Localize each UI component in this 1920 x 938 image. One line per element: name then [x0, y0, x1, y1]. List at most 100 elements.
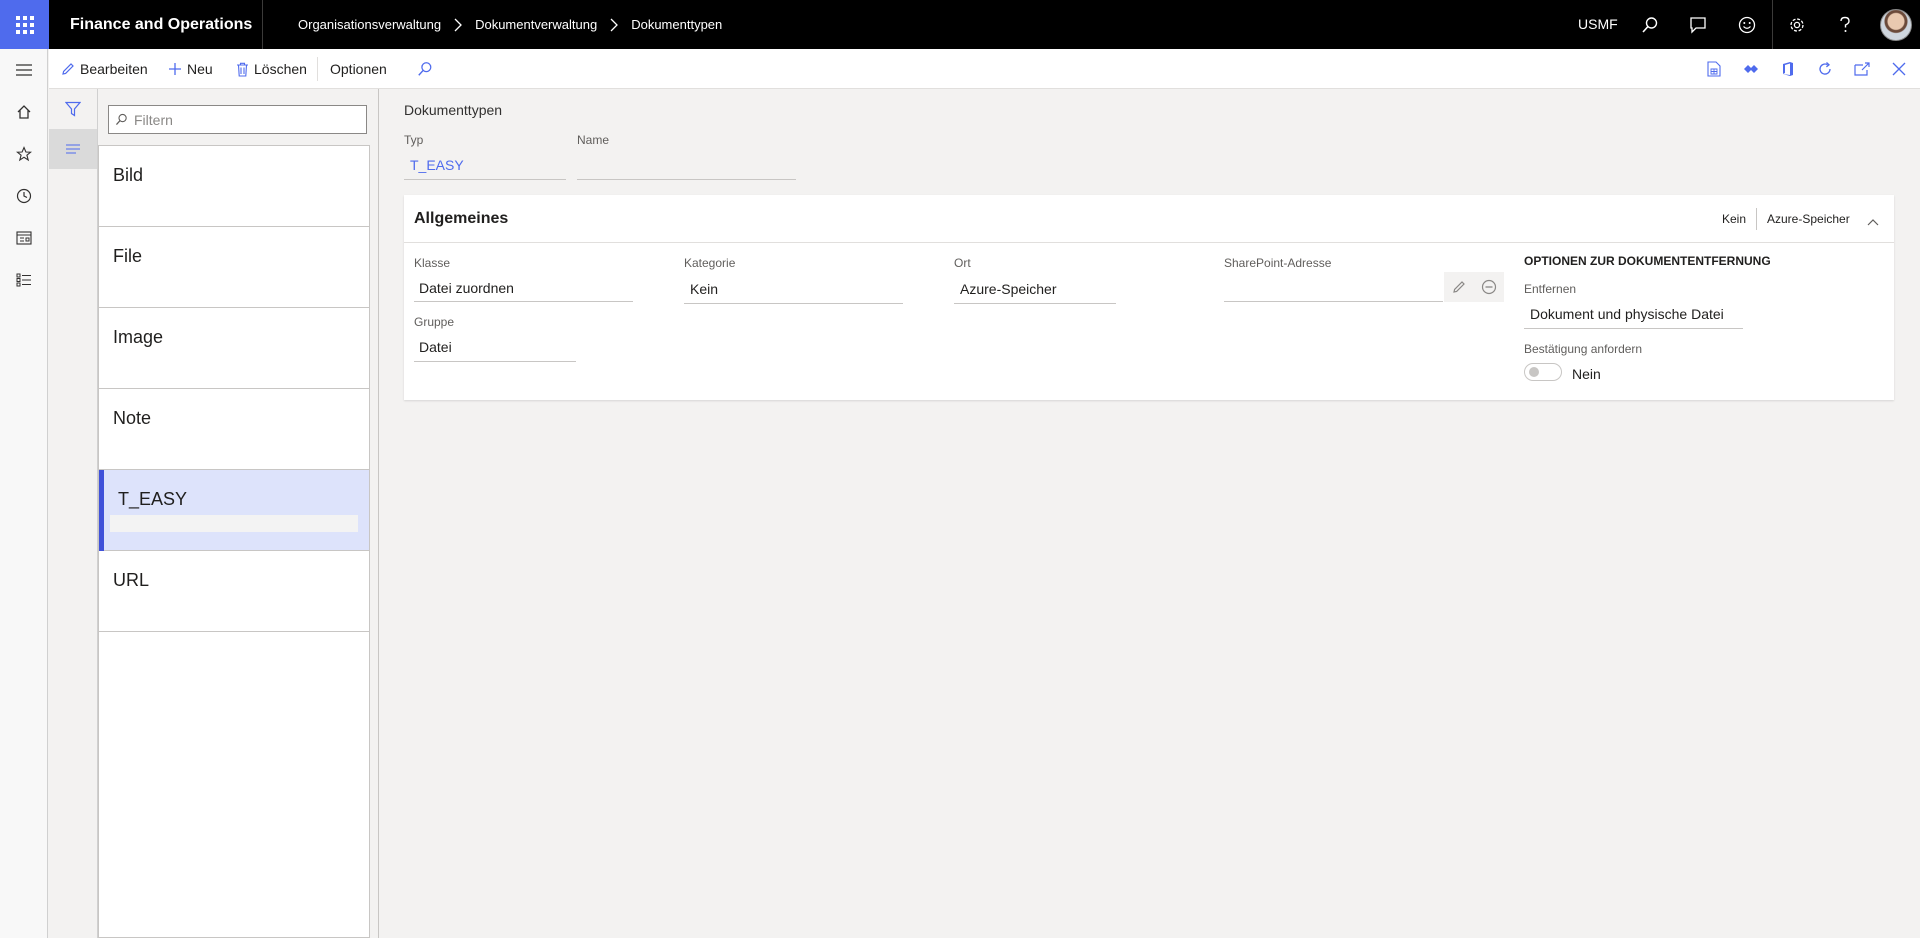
breadcrumb: Organisationsverwaltung Dokumentverwaltu… — [298, 0, 722, 49]
filter-pane-button[interactable] — [49, 89, 97, 129]
list-filter-strip — [49, 89, 98, 938]
remove-field-underline — [1524, 328, 1743, 329]
removal-options-caption: OPTIONEN ZUR DOKUMENTENTFERNUNG — [1524, 254, 1771, 268]
star-icon — [16, 146, 32, 162]
search-button[interactable] — [1626, 0, 1674, 49]
summary-category: Kein — [1722, 212, 1747, 226]
general-fasttab-header[interactable]: Allgemeines Kein Azure-Speicher — [404, 195, 1894, 243]
navigation-rail — [0, 49, 48, 938]
list-item-secondary-field[interactable] — [110, 515, 358, 532]
name-field-underline — [577, 179, 796, 180]
location-field-underline — [954, 303, 1116, 304]
company-picker[interactable]: USMF — [1578, 0, 1618, 49]
search-icon — [418, 62, 432, 76]
type-label: Typ — [404, 133, 424, 147]
type-field-underline — [404, 179, 566, 180]
office-button[interactable] — [1770, 49, 1806, 89]
action-pane: Bearbeiten Neu Löschen Optionen — [49, 49, 1920, 89]
confirm-label: Bestätigung anfordern — [1524, 342, 1643, 356]
category-label: Kategorie — [684, 256, 736, 270]
diamond-link-icon — [1744, 65, 1758, 73]
breadcrumb-item-document-management[interactable]: Dokumentverwaltung — [475, 17, 597, 32]
breadcrumb-item-document-types[interactable]: Dokumenttypen — [631, 17, 722, 32]
office-icon — [1783, 62, 1793, 76]
type-field[interactable]: T_EASY — [410, 157, 464, 173]
messages-button[interactable] — [1674, 0, 1722, 49]
search-icon — [115, 113, 127, 125]
group-field-underline — [414, 361, 576, 362]
class-field-underline — [414, 301, 633, 302]
favorites-button[interactable] — [0, 133, 48, 175]
name-label: Name — [577, 133, 610, 147]
clock-icon — [16, 188, 32, 204]
list-view-button[interactable] — [49, 129, 97, 169]
category-field[interactable]: Kein — [690, 281, 718, 297]
workspaces-button[interactable] — [0, 217, 48, 259]
app-launcher-button[interactable] — [0, 0, 49, 49]
list-item[interactable]: URL — [99, 551, 369, 632]
edit-button-label: Bearbeiten — [80, 61, 148, 77]
search-icon — [1642, 16, 1658, 33]
list-item-label: URL — [113, 570, 150, 590]
home-button[interactable] — [0, 91, 48, 133]
delete-button[interactable]: Löschen — [236, 49, 307, 89]
delete-button-label: Löschen — [254, 61, 307, 77]
filter-box — [108, 105, 367, 134]
class-field[interactable]: Datei zuordnen — [419, 280, 514, 296]
list-item[interactable]: File — [99, 227, 369, 308]
smiley-icon — [1738, 16, 1756, 33]
action-search-button[interactable] — [417, 49, 438, 89]
location-field[interactable]: Azure-Speicher — [960, 281, 1057, 297]
list-item-label: Note — [113, 408, 152, 428]
general-fasttab-title: Allgemeines — [414, 210, 509, 227]
group-field[interactable]: Datei — [419, 339, 452, 355]
list-item-label: T_EASY — [118, 489, 188, 509]
home-icon — [17, 105, 31, 119]
feedback-button[interactable] — [1723, 0, 1771, 49]
chevron-up-icon[interactable] — [1867, 213, 1879, 231]
recent-button[interactable] — [0, 175, 48, 217]
chat-icon — [1690, 16, 1706, 34]
breadcrumb-item-organisation[interactable]: Organisationsverwaltung — [298, 17, 441, 32]
help-button[interactable] — [1821, 0, 1869, 49]
general-fasttab: Allgemeines Kein Azure-Speicher Klasse D… — [404, 195, 1894, 400]
category-field-underline — [684, 303, 903, 304]
topbar-divider — [262, 0, 263, 49]
list-item-selected[interactable]: T_EASY — [99, 470, 369, 551]
modules-button[interactable] — [0, 259, 48, 301]
new-button-label: Neu — [187, 61, 213, 77]
close-button[interactable] — [1881, 49, 1917, 89]
office-excel-button[interactable] — [1696, 49, 1732, 89]
class-label: Klasse — [414, 256, 451, 270]
sharepoint-clear-button[interactable] — [1474, 272, 1504, 302]
remove-field[interactable]: Dokument und physische Datei — [1530, 306, 1724, 322]
pencil-icon — [62, 63, 74, 75]
edit-button[interactable]: Bearbeiten — [61, 49, 148, 89]
confirm-toggle[interactable] — [1524, 363, 1562, 381]
pencil-icon — [1453, 281, 1465, 293]
remove-circle-icon — [1481, 279, 1497, 295]
sharepoint-label: SharePoint-Adresse — [1224, 256, 1332, 270]
power-apps-button[interactable] — [1733, 49, 1769, 89]
app-title[interactable]: Finance and Operations — [70, 0, 252, 49]
list-item[interactable]: Bild — [99, 146, 369, 227]
gear-icon — [1790, 17, 1804, 32]
options-tab[interactable]: Optionen — [330, 49, 387, 89]
refresh-button[interactable] — [1807, 49, 1843, 89]
options-tab-label: Optionen — [330, 61, 387, 77]
sharepoint-edit-button[interactable] — [1444, 272, 1474, 302]
list-item[interactable]: Note — [99, 389, 369, 470]
summary-divider — [1756, 208, 1757, 230]
list-filter-input[interactable] — [134, 111, 354, 128]
settings-button[interactable] — [1773, 0, 1821, 49]
refresh-icon — [1819, 62, 1831, 75]
user-avatar[interactable] — [1880, 9, 1912, 41]
expand-navigation-button[interactable] — [0, 49, 48, 91]
list-item-label: Image — [113, 327, 164, 347]
list-item[interactable]: Image — [99, 308, 369, 389]
new-button[interactable]: Neu — [168, 49, 213, 89]
sharepoint-field-underline — [1224, 301, 1443, 302]
open-new-window-button[interactable] — [1844, 49, 1880, 89]
list-panel: Bild File Image Note T_EASY URL — [98, 89, 379, 938]
plus-icon — [169, 63, 181, 75]
